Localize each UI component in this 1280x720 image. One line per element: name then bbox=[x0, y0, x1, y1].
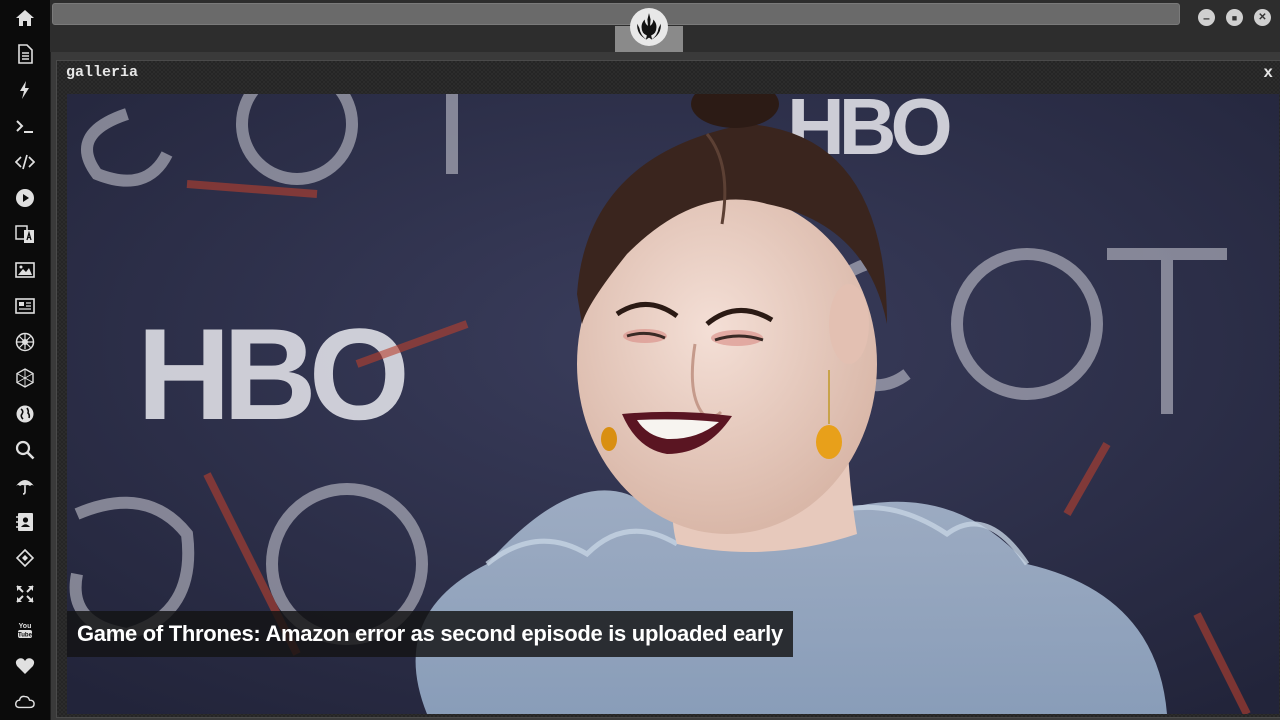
translate-icon[interactable] bbox=[13, 222, 37, 246]
address-bar[interactable] bbox=[52, 3, 1180, 25]
empire-icon[interactable] bbox=[13, 330, 37, 354]
svg-text:Tube: Tube bbox=[18, 633, 33, 639]
image-caption[interactable]: Game of Thrones: Amazon error as second … bbox=[67, 611, 793, 657]
umbrella-icon[interactable] bbox=[13, 474, 37, 498]
contacts-icon[interactable] bbox=[13, 510, 37, 534]
image-icon[interactable] bbox=[13, 258, 37, 282]
search-icon[interactable] bbox=[13, 438, 37, 462]
rebel-alliance-icon[interactable] bbox=[630, 8, 668, 46]
minimize-button[interactable]: – bbox=[1198, 9, 1215, 26]
top-bar: – ■ ✕ bbox=[50, 0, 1280, 52]
svg-text:HBO: HBO bbox=[137, 301, 405, 447]
home-icon[interactable] bbox=[13, 6, 37, 30]
gallery-image[interactable]: HBO HBO Game of Thrones: Amazon error as… bbox=[67, 94, 1279, 714]
heart-icon[interactable] bbox=[13, 654, 37, 678]
hexagon-network-icon[interactable] bbox=[13, 366, 37, 390]
gallery-panel: galleria x HBO HBO Game of Thrones: Amaz… bbox=[56, 60, 1280, 718]
panel-close-button[interactable]: x bbox=[1263, 64, 1273, 82]
newspaper-icon[interactable] bbox=[13, 294, 37, 318]
globe-icon[interactable] bbox=[13, 402, 37, 426]
play-icon[interactable] bbox=[13, 186, 37, 210]
expand-icon[interactable] bbox=[13, 582, 37, 606]
cloud-icon[interactable] bbox=[13, 690, 37, 714]
svg-text:You: You bbox=[19, 623, 32, 630]
sidebar: You Tube bbox=[0, 0, 51, 720]
panel-title: galleria bbox=[66, 64, 139, 81]
maximize-button[interactable]: ■ bbox=[1226, 9, 1243, 26]
minimize-icon: – bbox=[1203, 10, 1210, 25]
terminal-icon[interactable] bbox=[13, 114, 37, 138]
close-window-button[interactable]: ✕ bbox=[1254, 9, 1271, 26]
close-icon: ✕ bbox=[1258, 12, 1267, 23]
document-icon[interactable] bbox=[13, 42, 37, 66]
maximize-icon: ■ bbox=[1231, 12, 1238, 23]
youtube-icon[interactable]: You Tube bbox=[13, 618, 37, 642]
code-diamond-icon[interactable] bbox=[13, 546, 37, 570]
code-icon[interactable] bbox=[13, 150, 37, 174]
lightning-icon[interactable] bbox=[13, 78, 37, 102]
